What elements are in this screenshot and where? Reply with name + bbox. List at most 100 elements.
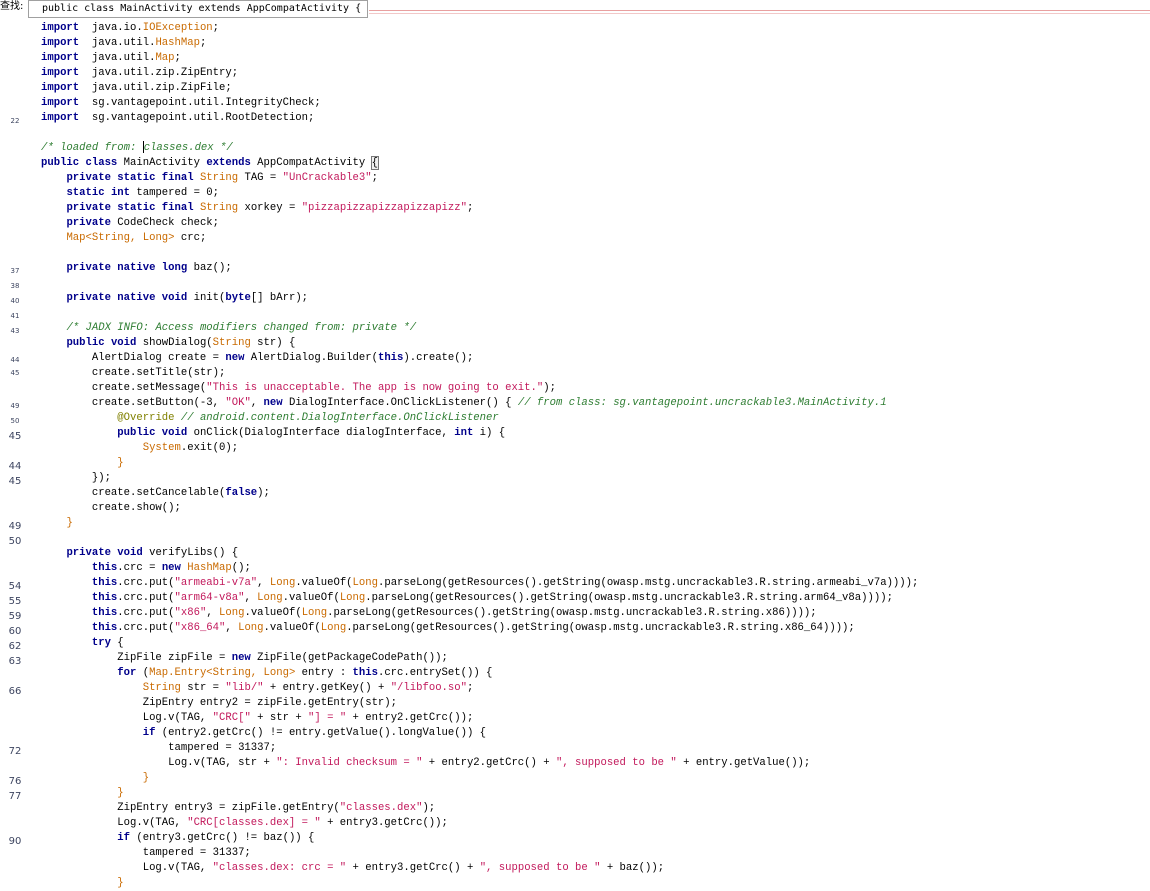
code-token: + baz()); [600, 862, 665, 874]
code-token: i) { [473, 427, 506, 439]
code-token: .crc.put( [117, 592, 175, 604]
line-number: 59 [8, 611, 22, 622]
code-token: .parseLong(getResources().getString(owas… [346, 622, 855, 634]
code-token: ; [467, 682, 474, 694]
code-line: } [41, 786, 1150, 801]
code-token: public void [66, 337, 137, 349]
code-line: System.exit(0); [41, 441, 1150, 456]
code-token: IOException [142, 22, 213, 34]
code-token: , [225, 622, 239, 634]
code-token: public void [117, 427, 188, 439]
code-token: "CRC[" [212, 712, 251, 724]
code-token: (entry3.getCrc() != baz()) { [130, 832, 315, 844]
code-token: new [161, 562, 181, 574]
code-token: ": Invalid checksum = " [276, 757, 423, 769]
code-token: (); [231, 562, 251, 574]
find-underline-secondary [369, 13, 1150, 14]
code-line: }); [41, 471, 1150, 486]
code-token: import [41, 52, 80, 64]
code-line: Log.v(TAG, "CRC[" + str + "] = " + entry… [41, 711, 1150, 726]
code-token: ; [174, 52, 181, 64]
code-token: "arm64-v8a" [174, 592, 245, 604]
line-number: 54 [8, 581, 22, 592]
code-token: onClick(DialogInterface dialogInterface, [187, 427, 455, 439]
code-token: @Override [117, 412, 175, 424]
code-token: byte [225, 292, 251, 304]
code-token: System [142, 442, 181, 454]
code-token: String [212, 337, 251, 349]
code-line: } [41, 876, 1150, 891]
code-token: new [263, 397, 283, 409]
code-token: ZipEntry entry2 = zipFile.getEntry(str); [41, 697, 398, 709]
code-line: for (Map.Entry<String, Long> entry : thi… [41, 666, 1150, 681]
code-token: .crc = [117, 562, 162, 574]
code-token: } [117, 457, 124, 469]
code-token: Long [301, 607, 328, 619]
code-token: ( [136, 667, 150, 679]
line-number: 55 [8, 596, 22, 607]
line-number: 22 [10, 117, 20, 125]
code-token: + str + [250, 712, 309, 724]
code-line: public class MainActivity extends AppCom… [41, 156, 1150, 171]
line-number: 72 [8, 746, 22, 757]
line-number: 50 [10, 417, 20, 425]
code-line: AlertDialog create = new AlertDialog.Bui… [41, 351, 1150, 366]
code-token: java.util.zip.ZipEntry; [79, 67, 239, 79]
code-token: + entry3.getCrc() + [346, 862, 480, 874]
code-token: create.setTitle(str); [41, 367, 226, 379]
code-token: [] bArr); [250, 292, 309, 304]
code-token: tampered = 0; [130, 187, 220, 199]
code-token: { [370, 156, 380, 170]
find-input[interactable]: public class MainActivity extends AppCom… [28, 0, 368, 18]
code-token: tampered = 31337; [41, 742, 277, 754]
code-token: // android.content.DialogInterface.OnCli… [180, 412, 499, 424]
code-line: ZipEntry entry2 = zipFile.getEntry(str); [41, 696, 1150, 711]
line-number: 49 [10, 402, 20, 410]
code-token: create.setMessage( [41, 382, 207, 394]
code-token: Map<String, Long> [66, 232, 175, 244]
code-line: if (entry2.getCrc() != entry.getValue().… [41, 726, 1150, 741]
code-token: new [231, 652, 251, 664]
code-token: Log.v(TAG, [41, 862, 213, 874]
code-line: if (entry3.getCrc() != baz()) { [41, 831, 1150, 846]
code-line: private void verifyLibs() { [41, 546, 1150, 561]
code-token: Long [269, 577, 296, 589]
code-token: private void [66, 547, 143, 559]
code-token: ); [543, 382, 556, 394]
code-token: Long [257, 592, 283, 604]
code-token: java.util. [79, 37, 156, 49]
code-line: create.setTitle(str); [41, 366, 1150, 381]
code-line: ZipFile zipFile = new ZipFile(getPackage… [41, 651, 1150, 666]
line-number: 45 [8, 476, 22, 487]
code-line: } [41, 456, 1150, 471]
line-number: 44 [10, 355, 20, 364]
code-token: verifyLibs() { [142, 547, 239, 559]
code-token: /* JADX INFO: Access modifiers changed f… [66, 322, 417, 334]
code-line: Log.v(TAG, str + ": Invalid checksum = "… [41, 756, 1150, 771]
code-token: + entry.getKey() + [263, 682, 391, 694]
code-line: Log.v(TAG, "classes.dex: crc = " + entry… [41, 861, 1150, 876]
code-token: ).create(); [403, 352, 474, 364]
code-token: AlertDialog.Builder( [244, 352, 378, 364]
code-token: // from class: sg.vantagepoint.uncrackab… [517, 397, 887, 409]
code-token: import [41, 37, 80, 49]
code-token: HashMap [155, 37, 200, 49]
code-token: ZipFile zipFile = [41, 652, 232, 664]
code-token: , [250, 397, 264, 409]
code-editor[interactable]: import java.io.IOException; import java.u… [41, 21, 1150, 891]
code-line: create.setButton(-3, "OK", new DialogInt… [41, 396, 1150, 411]
code-line: public void onClick(DialogInterface dial… [41, 426, 1150, 441]
code-token: "This is unacceptable. The app is now go… [206, 382, 544, 394]
code-line: private native long baz(); [41, 261, 1150, 276]
code-token: java.util.zip.ZipFile; [79, 82, 232, 94]
code-token: + entry.getValue()); [676, 757, 811, 769]
